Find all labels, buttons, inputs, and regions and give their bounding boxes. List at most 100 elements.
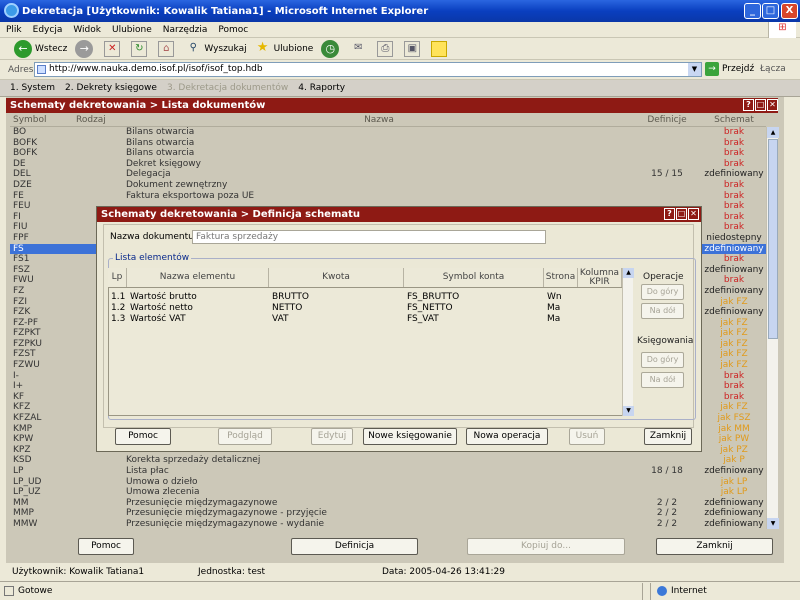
help-button[interactable]: Pomoc xyxy=(78,538,134,555)
row-symbol: FEU xyxy=(13,201,31,212)
dialog-help-icon[interactable]: ? xyxy=(664,208,675,220)
dialog-help-button[interactable]: Pomoc xyxy=(115,428,171,445)
document-row[interactable]: LP_UZ Umowa zlecenia jak LP xyxy=(10,487,766,498)
scroll-thumb[interactable] xyxy=(768,139,778,339)
stop-button[interactable]: ✕ xyxy=(104,40,123,57)
go-button[interactable]: → Przejdź xyxy=(705,62,754,76)
row-schemat: zdefiniowany xyxy=(704,307,764,318)
list-scrollbar[interactable]: ▲ ▼ xyxy=(766,127,779,529)
col-nazwa-elementu[interactable]: Nazwa elementu xyxy=(127,268,269,287)
menu-edycja[interactable]: Edycja xyxy=(33,25,63,35)
close-list-button[interactable]: Zamknij xyxy=(656,538,773,555)
nav-system[interactable]: 1. System xyxy=(10,83,55,93)
refresh-button[interactable]: ↻ xyxy=(131,40,150,57)
search-button[interactable]: ⚲ Wyszukaj xyxy=(185,41,247,57)
minimize-button[interactable]: _ xyxy=(744,3,761,19)
col-definicje[interactable]: Definicje xyxy=(632,114,702,126)
new-operation-button[interactable]: Nowa operacja xyxy=(466,428,548,445)
col-schemat[interactable]: Schemat xyxy=(702,114,766,126)
dialog-close-icon[interactable]: ✕ xyxy=(688,208,699,220)
back-button[interactable]: ← Wstecz xyxy=(14,39,67,58)
document-row[interactable]: MMP Przesunięcie międzymagazynowe - przyj… xyxy=(10,508,766,519)
nav-dekrety[interactable]: 2. Dekrety księgowe xyxy=(65,83,157,93)
maximize-icon[interactable]: □ xyxy=(755,99,766,111)
menu-pomoc[interactable]: Pomoc xyxy=(218,25,248,35)
maximize-button[interactable]: □ xyxy=(762,3,779,19)
document-row[interactable]: BOFK Bilans otwarcia brak xyxy=(10,138,766,149)
col-symbol[interactable]: Symbol xyxy=(10,114,70,126)
scroll-up-icon[interactable]: ▲ xyxy=(767,127,779,138)
elements-scrollbar[interactable]: ▲ ▼ xyxy=(622,268,634,416)
menu-plik[interactable]: Plik xyxy=(6,25,22,35)
document-row[interactable]: BO Bilans otwarcia brak xyxy=(10,127,766,138)
row-schemat: brak xyxy=(723,158,745,169)
star-icon: ★ xyxy=(256,39,269,55)
home-button[interactable]: ⌂ xyxy=(158,40,177,57)
menu-widok[interactable]: Widok xyxy=(73,25,101,35)
history-button[interactable]: ◷ xyxy=(321,39,342,58)
document-row[interactable]: DEL Delegacja 15 / 15 zdefiniowany xyxy=(10,169,766,180)
print-button[interactable]: ⎙ xyxy=(377,40,396,57)
dialog-maximize-icon[interactable]: □ xyxy=(676,208,687,220)
close-icon[interactable]: ✕ xyxy=(767,99,778,111)
element-strona: Ma xyxy=(547,314,561,324)
document-row[interactable]: DZE Dokument zewnętrzny brak xyxy=(10,180,766,191)
document-row[interactable]: MM Przesunięcie międzymagazynowe 2 / 2 zdef… xyxy=(10,498,766,509)
col-lp[interactable]: Lp xyxy=(108,268,127,287)
row-schemat: zdefiniowany xyxy=(704,264,764,275)
row-schemat: brak xyxy=(723,275,745,286)
scroll-down-icon[interactable]: ▼ xyxy=(623,406,634,416)
operation-up-button[interactable]: Do góry xyxy=(641,284,684,300)
refresh-icon: ↻ xyxy=(131,40,148,57)
favorites-button[interactable]: ★ Ulubione xyxy=(255,39,314,57)
dialog-title-bar[interactable]: Schematy dekretowania > Definicja schema… xyxy=(97,207,701,222)
col-rodzaj[interactable]: Rodzaj xyxy=(70,114,126,126)
new-posting-button[interactable]: Nowe księgowanie xyxy=(363,428,457,445)
document-row[interactable]: FE Faktura eksportowa poza UE brak xyxy=(10,191,766,202)
document-row[interactable]: KSD Korekta sprzedaży detalicznej jak P xyxy=(10,455,766,466)
delete-button[interactable]: Usuń xyxy=(569,428,605,445)
document-name-field[interactable]: Faktura sprzedaży xyxy=(192,230,546,244)
row-definicje xyxy=(632,487,702,498)
close-button[interactable]: X xyxy=(781,3,798,19)
posting-up-button[interactable]: Do góry xyxy=(641,352,684,368)
row-nazwa: Lista płac xyxy=(126,466,169,476)
chevron-down-icon[interactable]: ▼ xyxy=(688,63,701,76)
posting-down-button[interactable]: Na dół xyxy=(641,372,684,388)
forward-button[interactable]: → xyxy=(75,39,96,58)
col-kpir[interactable]: Kolumna KPIR xyxy=(578,268,622,287)
element-row[interactable]: 1.3 Wartość VAT VAT FS_VAT Ma xyxy=(108,314,622,325)
preview-button[interactable]: Podgląd xyxy=(218,428,272,445)
document-row[interactable]: LP_UD Umowa o dzieło jak LP xyxy=(10,477,766,488)
element-row[interactable]: 1.2 Wartość netto NETTO FS_NETTO Ma xyxy=(108,303,622,314)
edit-button[interactable]: Edytuj xyxy=(311,428,353,445)
links-button[interactable]: Łącza xyxy=(760,64,786,74)
row-schemat: brak xyxy=(723,222,745,233)
scroll-up-icon[interactable]: ▲ xyxy=(623,268,634,278)
menu-ulubione[interactable]: Ulubione xyxy=(112,25,152,35)
row-symbol: KPZ xyxy=(13,444,31,455)
col-strona[interactable]: Strona xyxy=(544,268,578,287)
address-input[interactable]: http://www.nauka.demo.isof.pl/isof/isof_… xyxy=(34,62,702,77)
menu-narzedzia[interactable]: Narzędzia xyxy=(163,25,208,35)
col-nazwa[interactable]: Nazwa xyxy=(126,114,632,126)
window-title-bar[interactable]: Dekretacja [Użytkownik: Kowalik Tatiana1… xyxy=(0,0,800,22)
document-row[interactable]: DE Dekret księgowy brak xyxy=(10,159,766,170)
operation-down-button[interactable]: Na dół xyxy=(641,303,684,319)
element-row[interactable]: 1.1 Wartość brutto BRUTTO FS_BRUTTO Wn xyxy=(108,292,622,303)
mail-button[interactable]: ✉ xyxy=(350,41,369,57)
help-icon[interactable]: ? xyxy=(743,99,754,111)
document-row[interactable]: BOFK Bilans otwarcia brak xyxy=(10,148,766,159)
nav-raporty[interactable]: 4. Raporty xyxy=(298,83,345,93)
document-row[interactable]: LP Lista płac 18 / 18 zdefiniowany xyxy=(10,466,766,477)
dialog-close-button[interactable]: Zamknij xyxy=(644,428,692,445)
edit-button[interactable]: ▣ xyxy=(404,40,423,57)
definition-button[interactable]: Definicja xyxy=(291,538,418,555)
scroll-down-icon[interactable]: ▼ xyxy=(767,518,779,529)
copy-to-button[interactable]: Kopiuj do... xyxy=(467,538,625,555)
col-symbol-konta[interactable]: Symbol konta xyxy=(404,268,544,287)
row-symbol: KFZ xyxy=(13,402,31,413)
document-row[interactable]: MMW Przesunięcie międzymagazynowe - wydan… xyxy=(10,519,766,529)
notes-button[interactable] xyxy=(431,40,450,57)
col-kwota[interactable]: Kwota xyxy=(269,268,404,287)
